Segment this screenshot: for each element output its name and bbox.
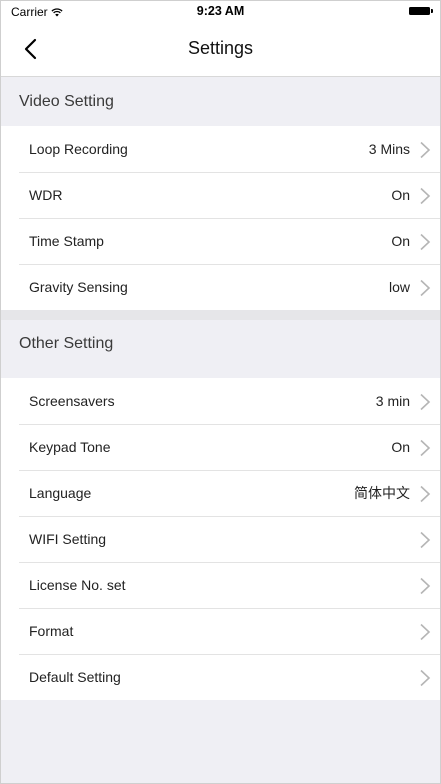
- row-value: low: [388, 279, 410, 295]
- row-format[interactable]: Format: [1, 608, 440, 654]
- section-header-video: Video Setting: [1, 78, 440, 126]
- chevron-right-icon: [419, 141, 431, 159]
- row-time-stamp[interactable]: Time Stamp On: [1, 218, 440, 264]
- chevron-right-icon: [419, 669, 431, 687]
- row-value: On: [391, 233, 410, 249]
- row-label: License No. set: [29, 577, 126, 593]
- chevron-right-icon: [419, 623, 431, 641]
- chevron-right-icon: [419, 187, 431, 205]
- row-value: On: [391, 187, 410, 203]
- row-label: WIFI Setting: [29, 531, 107, 547]
- row-wifi-setting[interactable]: WIFI Setting: [1, 516, 440, 562]
- chevron-right-icon: [419, 531, 431, 549]
- row-label: Default Setting: [29, 669, 121, 685]
- row-label: Language: [29, 485, 92, 501]
- row-value: 3 min: [375, 393, 410, 409]
- row-screensavers[interactable]: Screensavers 3 min: [1, 378, 440, 424]
- row-label: Time Stamp: [29, 233, 104, 249]
- chevron-right-icon: [419, 439, 431, 457]
- status-bar: Carrier 9:23 AM: [1, 1, 440, 21]
- row-value: On: [391, 439, 410, 455]
- row-keypad-tone[interactable]: Keypad Tone On: [1, 424, 440, 470]
- status-time: 9:23 AM: [196, 4, 245, 18]
- settings-screen: Carrier 9:23 AM Settings Video Setting L…: [0, 0, 441, 784]
- other-settings-group: Screensavers 3 min Keypad Tone On Langua…: [1, 378, 440, 700]
- row-label: WDR: [29, 187, 63, 203]
- row-language[interactable]: Language 简体中文: [1, 470, 440, 516]
- video-settings-group: Loop Recording 3 Mins WDR On Time Stamp …: [1, 126, 440, 310]
- row-label: Gravity Sensing: [29, 279, 128, 295]
- row-gravity-sensing[interactable]: Gravity Sensing low: [1, 264, 440, 310]
- row-label: Keypad Tone: [29, 439, 111, 455]
- section-divider: [1, 310, 440, 320]
- row-wdr[interactable]: WDR On: [1, 172, 440, 218]
- row-label: Screensavers: [29, 393, 115, 409]
- chevron-right-icon: [419, 577, 431, 595]
- nav-bar: Settings: [1, 21, 440, 77]
- chevron-right-icon: [419, 279, 431, 297]
- row-label: Loop Recording: [29, 141, 128, 157]
- chevron-right-icon: [419, 233, 431, 251]
- row-label: Format: [29, 623, 74, 639]
- row-value: 简体中文: [354, 485, 410, 501]
- row-default-setting[interactable]: Default Setting: [1, 654, 440, 700]
- row-loop-recording[interactable]: Loop Recording 3 Mins: [1, 126, 440, 172]
- chevron-right-icon: [419, 485, 431, 503]
- row-value: 3 Mins: [368, 141, 410, 157]
- page-title: Settings: [187, 38, 254, 58]
- section-header-other: Other Setting: [1, 320, 440, 368]
- chevron-right-icon: [419, 393, 431, 411]
- row-license-no-set[interactable]: License No. set: [1, 562, 440, 608]
- battery-icon: [409, 7, 433, 15]
